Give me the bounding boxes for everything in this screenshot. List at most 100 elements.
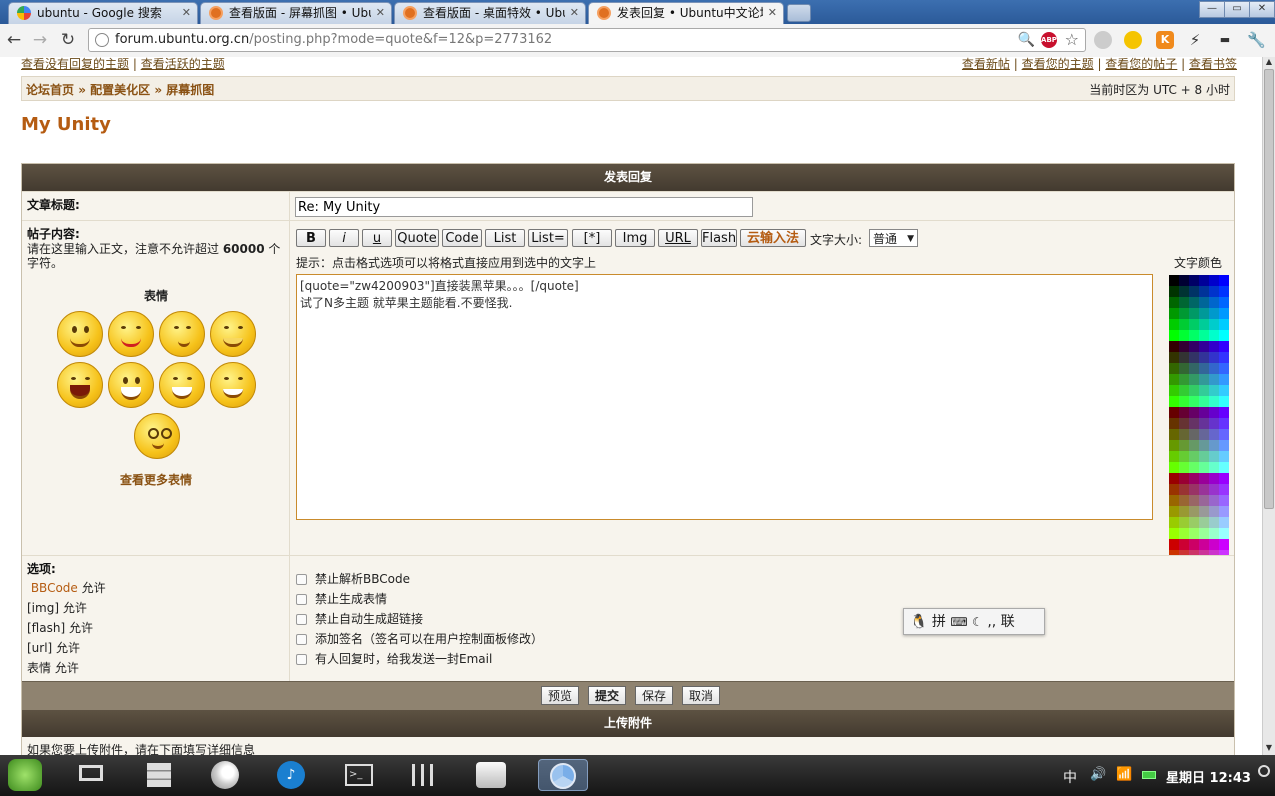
address-bar[interactable]: forum.ubuntu.org.cn/posting.php?mode=quo… (88, 28, 1086, 52)
color-swatch[interactable] (1169, 275, 1179, 286)
color-swatch[interactable] (1179, 286, 1189, 297)
smiley-big-laugh-icon[interactable] (57, 362, 103, 408)
smiley-laugh-tears-icon[interactable] (210, 362, 256, 408)
color-swatch[interactable] (1169, 352, 1179, 363)
color-swatch[interactable] (1199, 286, 1209, 297)
adblock-icon[interactable]: ABP (1041, 32, 1057, 48)
color-swatch[interactable] (1179, 539, 1189, 550)
color-swatch[interactable] (1199, 495, 1209, 506)
your-posts-link[interactable]: 查看您的帖子 (1105, 57, 1177, 71)
color-swatch[interactable] (1189, 418, 1199, 429)
unanswered-topics-link[interactable]: 查看没有回复的主题 (21, 57, 129, 71)
color-swatch[interactable] (1219, 440, 1229, 451)
more-smilies-link[interactable]: 查看更多表情 (22, 471, 290, 488)
page-scrollbar[interactable]: ▲ ▼ (1262, 57, 1275, 755)
color-swatch[interactable] (1219, 286, 1229, 297)
color-swatch[interactable] (1209, 330, 1219, 341)
color-swatch[interactable] (1219, 484, 1229, 495)
color-swatch[interactable] (1179, 429, 1189, 440)
volume-icon[interactable]: 🔊 (1090, 767, 1106, 782)
disable-smilies-option[interactable]: 禁止生成表情 (296, 590, 387, 607)
tab-close-icon[interactable]: ✕ (182, 3, 191, 23)
color-swatch[interactable] (1199, 308, 1209, 319)
smiley-shy-icon[interactable] (159, 311, 205, 357)
color-swatch[interactable] (1199, 506, 1209, 517)
reload-icon[interactable]: ↻ (58, 30, 78, 50)
color-swatch[interactable] (1209, 275, 1219, 286)
color-swatch[interactable] (1209, 308, 1219, 319)
color-swatch[interactable] (1169, 451, 1179, 462)
color-swatch[interactable] (1179, 319, 1189, 330)
bookmarks-link[interactable]: 查看书签 (1189, 57, 1237, 71)
ime-association-label[interactable]: 联 (1001, 614, 1015, 630)
color-swatch[interactable] (1199, 374, 1209, 385)
smiley-sweat-icon[interactable] (108, 362, 154, 408)
color-swatch[interactable] (1199, 528, 1209, 539)
list-ordered-button[interactable]: List= (528, 229, 568, 247)
color-swatch[interactable] (1199, 297, 1209, 308)
color-swatch[interactable] (1199, 418, 1209, 429)
smiley-cover-mouth-icon[interactable] (210, 311, 256, 357)
list-button[interactable]: List (485, 229, 525, 247)
tab-desktop-effects-forum[interactable]: 查看版面 - 桌面特效 • Ubuntu ✕ (394, 2, 586, 24)
color-swatch[interactable] (1219, 539, 1229, 550)
extension-headphones-icon[interactable] (1124, 31, 1142, 49)
color-swatch[interactable] (1189, 330, 1199, 341)
color-swatch[interactable] (1179, 484, 1189, 495)
chrome-icon[interactable] (538, 759, 588, 791)
color-swatch[interactable] (1189, 297, 1199, 308)
color-swatch[interactable] (1179, 308, 1189, 319)
color-swatch[interactable] (1169, 495, 1179, 506)
color-swatch[interactable] (1199, 429, 1209, 440)
half-width-moon-icon[interactable]: ☾ (972, 615, 983, 629)
color-swatch[interactable] (1209, 363, 1219, 374)
power-icon[interactable] (1258, 765, 1270, 777)
file-manager-icon[interactable] (142, 759, 176, 791)
clock[interactable]: 星期日 12:43 (1166, 767, 1251, 786)
flash-button[interactable]: Flash (701, 229, 737, 247)
color-swatch[interactable] (1169, 528, 1179, 539)
tab-post-reply[interactable]: 发表回复 • Ubuntu中文论坛 ✕ (588, 2, 784, 24)
color-swatch[interactable] (1189, 429, 1199, 440)
color-swatch[interactable] (1189, 374, 1199, 385)
color-swatch[interactable] (1209, 484, 1219, 495)
color-swatch[interactable] (1199, 396, 1209, 407)
color-swatch[interactable] (1219, 429, 1229, 440)
italic-button[interactable]: i (329, 229, 359, 247)
underline-button[interactable]: u (362, 229, 392, 247)
tray-ime-indicator[interactable]: 中 (1063, 767, 1077, 787)
color-swatch[interactable] (1189, 286, 1199, 297)
color-swatch[interactable] (1209, 429, 1219, 440)
page-title[interactable]: My Unity (21, 114, 111, 135)
desktop-icon[interactable] (74, 759, 108, 791)
color-swatch[interactable] (1209, 352, 1219, 363)
notify-reply-checkbox[interactable] (296, 654, 307, 665)
tab-close-icon[interactable]: ✕ (570, 3, 579, 23)
color-swatch[interactable] (1189, 352, 1199, 363)
color-swatch[interactable] (1179, 385, 1189, 396)
color-swatch[interactable] (1179, 517, 1189, 528)
tab-screenshots-forum[interactable]: 查看版面 - 屏幕抓图 • Ubuntu ✕ (200, 2, 392, 24)
color-swatch[interactable] (1169, 374, 1179, 385)
smiley-grin-icon[interactable] (159, 362, 205, 408)
color-swatch[interactable] (1199, 539, 1209, 550)
extension-lightning-icon[interactable]: ⚡ (1186, 31, 1204, 49)
color-swatch[interactable] (1189, 385, 1199, 396)
color-swatch[interactable] (1199, 484, 1209, 495)
img-button[interactable]: Img (615, 229, 655, 247)
breadcrumb-forum[interactable]: 屏幕抓图 (166, 83, 214, 97)
code-button[interactable]: Code (442, 229, 482, 247)
color-swatch[interactable] (1189, 363, 1199, 374)
extension-globe-icon[interactable] (1094, 31, 1112, 49)
color-swatch[interactable] (1189, 407, 1199, 418)
color-swatch[interactable] (1179, 374, 1189, 385)
color-swatch[interactable] (1179, 462, 1189, 473)
color-swatch[interactable] (1179, 418, 1189, 429)
color-swatch[interactable] (1169, 506, 1179, 517)
color-swatch[interactable] (1179, 297, 1189, 308)
color-swatch[interactable] (1209, 506, 1219, 517)
color-swatch[interactable] (1219, 363, 1229, 374)
color-swatch[interactable] (1179, 341, 1189, 352)
color-swatch[interactable] (1209, 440, 1219, 451)
color-swatch[interactable] (1219, 275, 1229, 286)
